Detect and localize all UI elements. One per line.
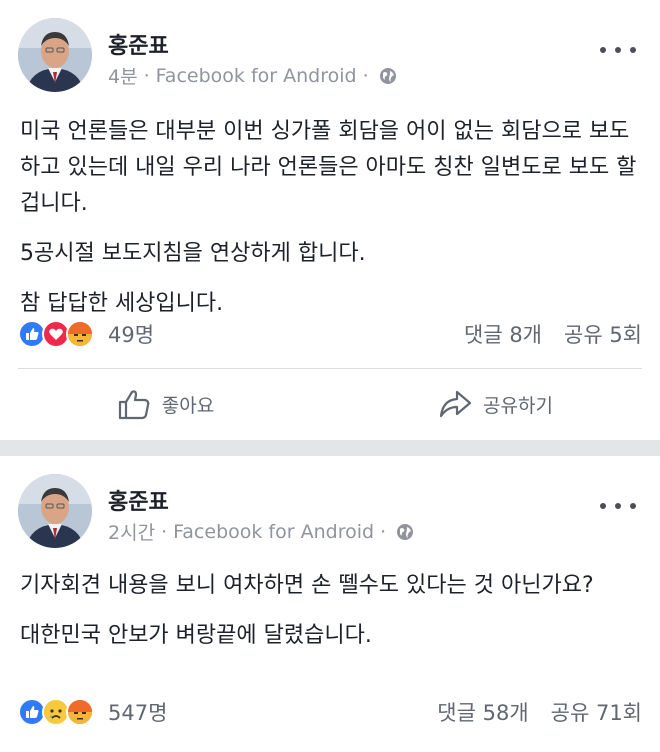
avatar[interactable] (18, 474, 92, 548)
reaction-icons[interactable] (18, 698, 94, 726)
post-meta: 4분 · Facebook for Android · (108, 62, 397, 89)
meta-separator: · (161, 520, 168, 543)
share-count[interactable]: 공유 71회 (551, 697, 642, 727)
meta-separator: · (143, 64, 150, 87)
reaction-count[interactable]: 49명 (108, 319, 154, 349)
comment-count[interactable]: 댓글 58개 (437, 697, 528, 727)
more-options-icon[interactable] (600, 40, 636, 60)
post-paragraph: 대한민국 안보가 벼랑끝에 달렸습니다. (20, 623, 372, 648)
post-paragraph: 기자회견 내용을 보니 여차하면 손 뗄수도 있다는 것 아닌가요? (20, 573, 594, 598)
share-count[interactable]: 공유 5회 (564, 319, 642, 349)
like-label: 좋아요 (161, 394, 215, 417)
reactions-bar: 49명 댓글 8개 공유 5회 (18, 316, 642, 352)
meta-separator: · (362, 64, 369, 87)
reactions-bar: 547명 댓글 58개 공유 71회 (18, 694, 642, 730)
post-time[interactable]: 4분 (108, 62, 138, 89)
share-label: 공유하기 (483, 394, 553, 417)
share-arrow-icon (439, 390, 472, 418)
post-source: Facebook for Android (155, 64, 357, 87)
angry-icon (66, 320, 94, 348)
feed-separator (0, 440, 660, 456)
profile-photo (18, 18, 92, 92)
post-actions: 좋아요 공유하기 (0, 372, 660, 436)
meta-separator: · (380, 520, 387, 543)
avatar[interactable] (18, 18, 92, 92)
engagement-stats: 댓글 58개 공유 71회 (437, 697, 642, 727)
post-meta: 2시간 · Facebook for Android · (108, 518, 414, 545)
post-author[interactable]: 홍준표 (108, 484, 169, 516)
thumbs-up-icon (118, 390, 150, 420)
post-paragraph: 5공시절 보도지침을 연상하게 합니다. (20, 241, 366, 266)
reaction-icons[interactable] (18, 320, 94, 348)
share-button[interactable]: 공유하기 (330, 372, 660, 436)
post-author[interactable]: 홍준표 (108, 28, 169, 60)
comment-count[interactable]: 댓글 8개 (464, 319, 542, 349)
more-options-icon[interactable] (600, 496, 636, 516)
angry-icon (66, 698, 94, 726)
post-body: 기자회견 내용을 보니 여차하면 손 뗄수도 있다는 것 아닌가요? 대한민국 … (20, 568, 642, 668)
post-source: Facebook for Android (173, 520, 375, 543)
feed-post: 홍준표 2시간 · Facebook for Android · 기자회견 내용… (0, 456, 660, 752)
like-button[interactable]: 좋아요 (0, 372, 330, 436)
engagement-stats: 댓글 8개 공유 5회 (464, 319, 642, 349)
globe-icon (379, 67, 396, 84)
post-body: 미국 언론들은 대부분 이번 싱가폴 회담을 어이 없는 회담으로 보도 하고 … (20, 114, 642, 336)
reaction-count[interactable]: 547명 (108, 697, 167, 727)
post-paragraph: 미국 언론들은 대부분 이번 싱가폴 회담을 어이 없는 회담으로 보도 하고 … (20, 119, 637, 216)
post-time[interactable]: 2시간 (108, 518, 155, 545)
feed-post: 홍준표 4분 · Facebook for Android · 미국 언론들은 … (0, 0, 660, 440)
divider (18, 368, 642, 369)
profile-photo (18, 474, 92, 548)
globe-icon (397, 523, 414, 540)
